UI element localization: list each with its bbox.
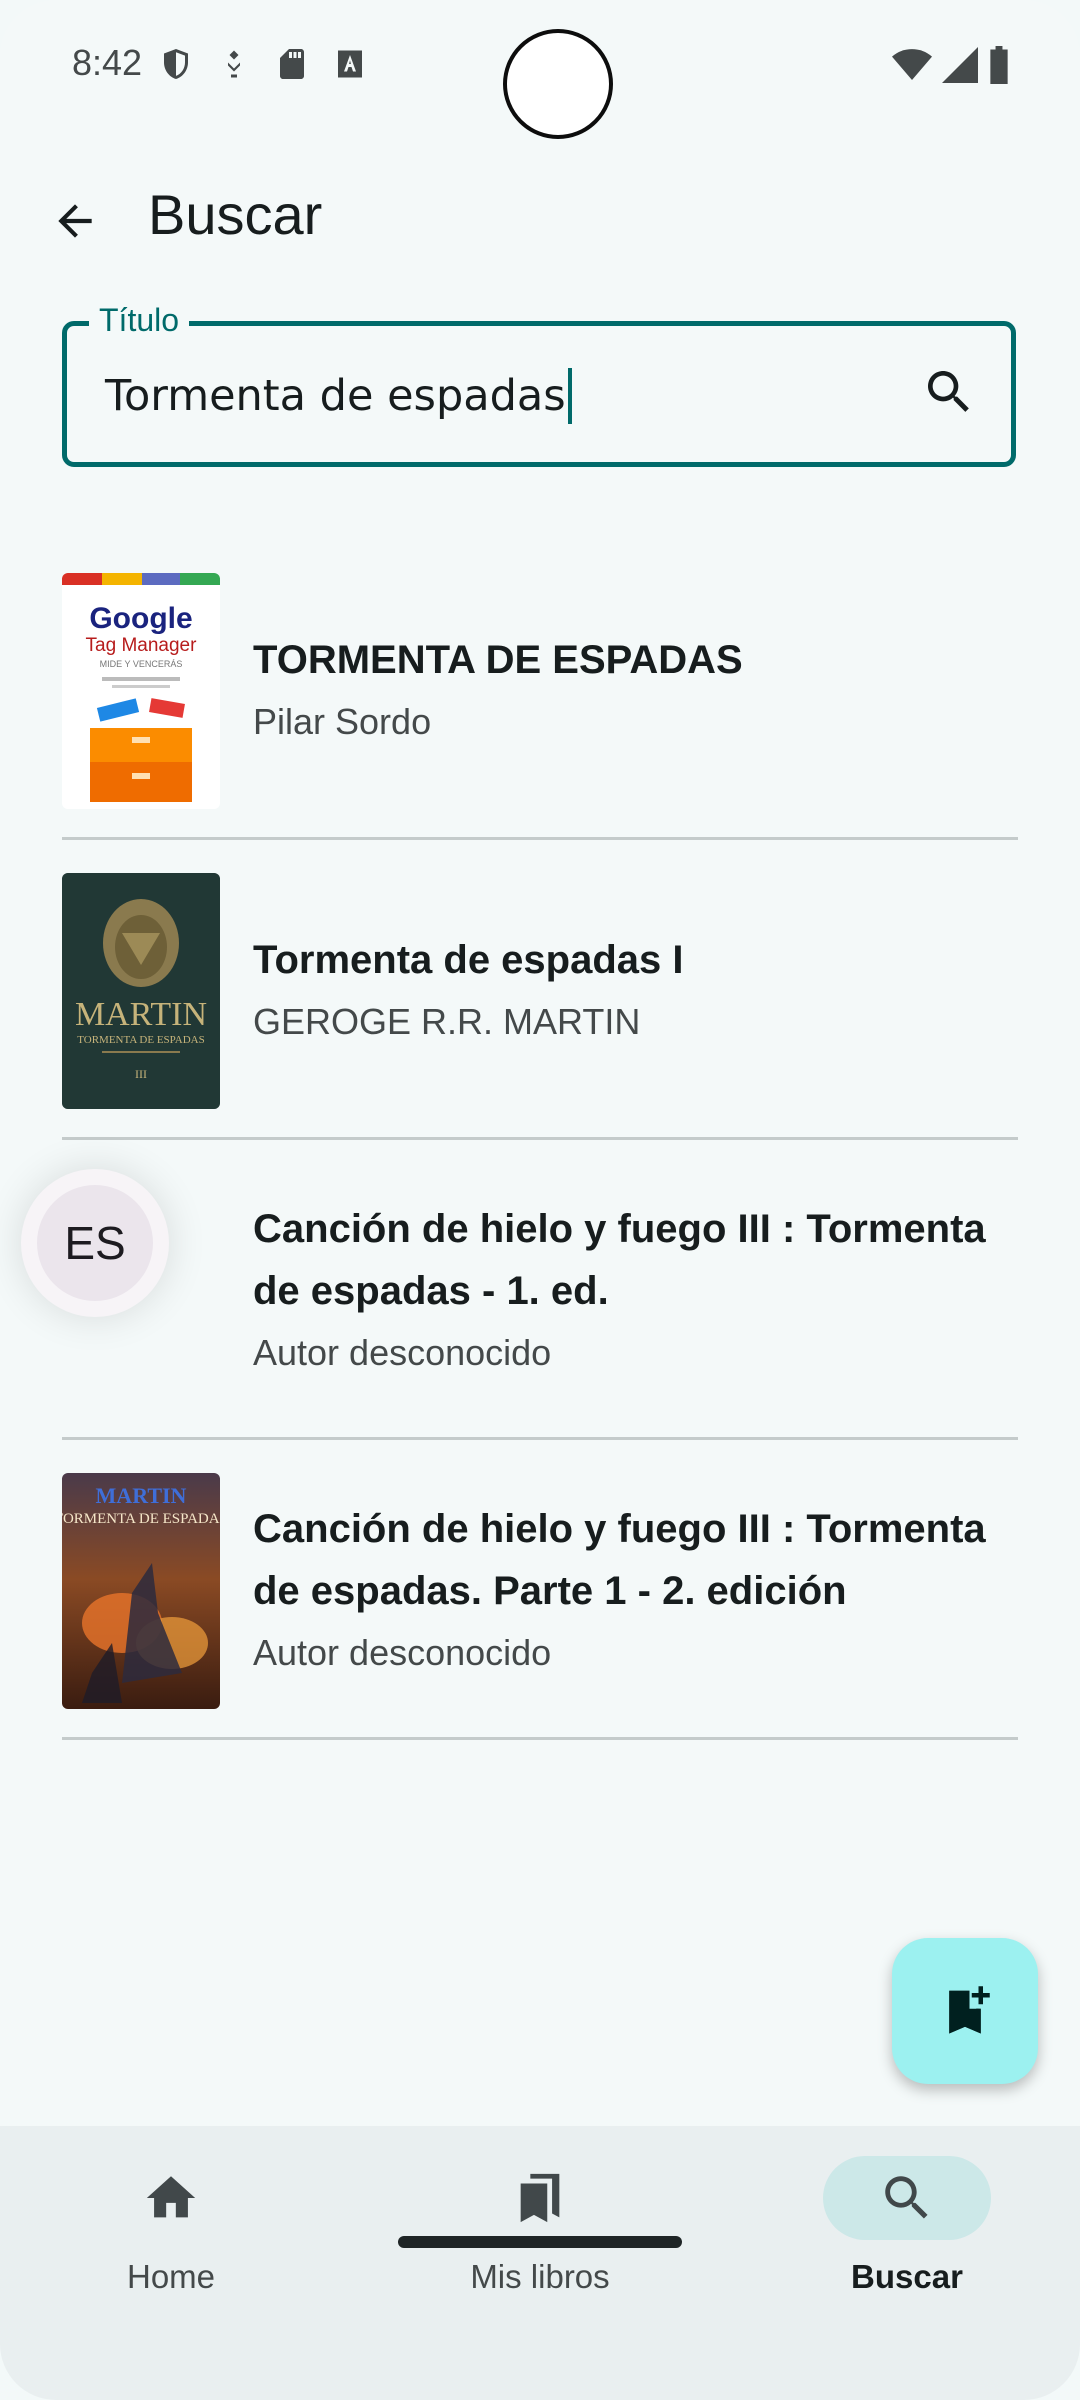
page-title: Buscar: [148, 183, 323, 246]
search-icon: [885, 2176, 928, 2219]
status-time: 8:42: [72, 42, 143, 83]
nav-icon-container: [823, 2156, 991, 2240]
nav-label-mis-libros: Mis libros: [470, 2258, 610, 2295]
book-cover: Google Tag Manager MIDE Y VENCERÁS: [62, 573, 220, 809]
result-author: GEROGE R.R. MARTIN: [253, 1000, 641, 1042]
cover-brand-bottom: Tag Manager: [86, 635, 198, 656]
result-author: Pilar Sordo: [253, 700, 432, 742]
search-input[interactable]: Tormenta de espadas: [105, 368, 572, 424]
nav-item-buscar[interactable]: Buscar: [797, 2156, 1017, 2336]
martin-dark-cover: MARTIN TORMENTA DE ESPADAS III: [62, 873, 220, 1109]
nav-label-home: Home: [126, 2258, 216, 2295]
camera-cutout: [503, 29, 613, 139]
home-icon: [146, 2176, 196, 2218]
result-author: Autor desconocido: [253, 1331, 552, 1373]
shield-icon: [164, 49, 188, 79]
text-caret: [567, 368, 572, 424]
nav-icon-container: [87, 2156, 255, 2240]
app-bar: Buscar: [0, 160, 1080, 270]
martin-fire-cover: MARTIN TORMENTA DE ESPADAS: [62, 1473, 220, 1709]
cover-subtitle: TORMENTA DE ESPADAS: [77, 1034, 204, 1046]
search-button[interactable]: [921, 364, 981, 424]
result-title: TORMENTA DE ESPADAS: [253, 637, 743, 682]
nav-label-buscar: Buscar: [851, 2258, 963, 2295]
search-input-value: Tormenta de espadas: [105, 371, 566, 421]
nav-item-home[interactable]: Home: [61, 2156, 281, 2336]
battery-icon: [990, 46, 1008, 84]
vpn-key-icon: [228, 50, 240, 78]
list-item[interactable]: Google Tag Manager MIDE Y VENCERÁS TORME…: [62, 540, 1018, 840]
search-field-label: Título: [89, 302, 190, 339]
cover-tagline: MIDE Y VENCERÁS: [100, 659, 183, 669]
text-a-icon: [338, 50, 362, 78]
books-icon: [520, 2173, 560, 2223]
bookmark-add-icon: [949, 1986, 990, 2034]
list-item[interactable]: MARTIN TORMENTA DE ESPADAS III Tormenta …: [62, 840, 1018, 1140]
cover-author: MARTIN: [75, 996, 207, 1033]
book-cover: MARTIN TORMENTA DE ESPADAS III: [62, 873, 220, 1109]
list-item[interactable]: MARTIN TORMENTA DE ESPADAS Canción de hi…: [62, 1440, 1018, 1740]
language-bubble[interactable]: ES: [21, 1169, 169, 1317]
cover-author: MARTIN: [96, 1483, 187, 1508]
list-item[interactable]: Canción de hielo y fuego III : Tormenta …: [62, 1140, 1018, 1440]
result-text: Tormenta de espadas I GEROGE R.R. MARTIN: [253, 840, 1008, 1137]
sd-card-icon: [280, 49, 304, 79]
result-author: Autor desconocido: [253, 1631, 552, 1673]
result-title: Canción de hielo y fuego III : Tormenta …: [253, 1506, 986, 1613]
result-text: Canción de hielo y fuego III : Tormenta …: [253, 1440, 1008, 1737]
result-text: TORMENTA DE ESPADAS Pilar Sordo: [253, 540, 1008, 837]
results-list: Google Tag Manager MIDE Y VENCERÁS TORME…: [62, 540, 1018, 1740]
status-icons-left: [158, 46, 368, 82]
search-icon: [928, 371, 969, 412]
google-tag-manager-cover: Google Tag Manager MIDE Y VENCERÁS: [62, 573, 220, 809]
cover-subtitle: TORMENTA DE ESPADAS: [62, 1511, 220, 1527]
screen: 8:42 Buscar Título Tormenta de espadas G…: [0, 0, 1080, 2400]
book-cover: MARTIN TORMENTA DE ESPADAS: [62, 1473, 220, 1709]
cover-brand-top: Google: [89, 602, 192, 635]
result-text: Canción de hielo y fuego III : Tormenta …: [253, 1140, 1008, 1437]
nav-icon-container: [456, 2156, 624, 2240]
language-code: ES: [37, 1185, 153, 1301]
cell-signal-icon: [942, 47, 978, 83]
wifi-icon: [892, 49, 932, 80]
search-field[interactable]: Título Tormenta de espadas: [62, 302, 1016, 467]
bottom-navigation: Home Mis libros Buscar: [0, 2126, 1080, 2400]
add-bookmark-button[interactable]: [892, 1938, 1038, 2084]
home-indicator[interactable]: [398, 2236, 682, 2248]
svg-text:III: III: [135, 1067, 147, 1081]
status-icons-right: [892, 46, 1010, 84]
status-bar: 8:42: [0, 0, 1080, 139]
back-button[interactable]: [40, 186, 110, 256]
result-title: Canción de hielo y fuego III : Tormenta …: [253, 1206, 986, 1313]
result-title: Tormenta de espadas I: [253, 937, 684, 982]
arrow-back-icon: [58, 204, 92, 238]
